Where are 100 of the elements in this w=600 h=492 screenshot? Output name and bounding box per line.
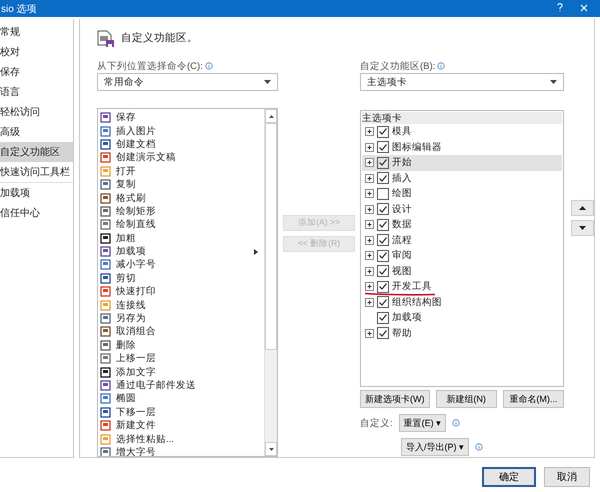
tree-item[interactable]: 开始: [362, 155, 562, 170]
command-icon: [100, 126, 111, 137]
command-item[interactable]: 取消组合: [100, 325, 264, 339]
checkbox[interactable]: [377, 156, 389, 169]
command-item[interactable]: 加粗: [100, 232, 264, 245]
ok-button[interactable]: 确定: [482, 467, 536, 487]
checkbox[interactable]: [377, 188, 389, 200]
command-item[interactable]: 椭圆: [100, 392, 264, 406]
checkbox[interactable]: [377, 312, 389, 324]
checkbox[interactable]: [377, 141, 389, 154]
command-item[interactable]: 连接线: [100, 298, 264, 312]
tree-item[interactable]: 视图: [362, 264, 562, 279]
move-up-button[interactable]: [571, 200, 594, 216]
cancel-button[interactable]: 取消: [544, 467, 590, 487]
expand-icon[interactable]: [365, 142, 374, 152]
command-icon: [100, 179, 111, 190]
command-item[interactable]: 格式刷: [100, 191, 264, 205]
expand-icon[interactable]: [365, 266, 374, 276]
command-icon: [100, 313, 111, 324]
expand-icon[interactable]: [365, 220, 374, 230]
tree-item[interactable]: 帮助: [362, 326, 562, 341]
tree-item[interactable]: 设计: [362, 202, 562, 217]
tree-item[interactable]: 流程: [362, 232, 562, 248]
command-item[interactable]: 增大字号: [100, 446, 264, 456]
tree-item[interactable]: 模具: [362, 124, 562, 140]
command-icon: [100, 272, 111, 284]
tree-action-button[interactable]: 重命名(M)...: [502, 390, 564, 408]
nav-item[interactable]: 信任中心: [0, 203, 73, 223]
checkbox[interactable]: [377, 265, 389, 278]
command-item[interactable]: 删除: [100, 338, 264, 352]
command-item[interactable]: 保存: [100, 111, 264, 124]
import-export-button[interactable]: 导入/导出(P) ▾: [401, 438, 469, 456]
expand-icon[interactable]: [365, 298, 374, 307]
checkbox[interactable]: [377, 296, 389, 308]
expand-icon[interactable]: [365, 282, 374, 292]
tree-item[interactable]: 审阅: [362, 248, 562, 264]
tree-item[interactable]: 插入: [362, 170, 562, 186]
command-item[interactable]: 通过电子邮件发送: [100, 378, 264, 392]
checkbox[interactable]: [377, 203, 389, 216]
expand-icon[interactable]: [365, 174, 374, 183]
expand-icon[interactable]: [365, 328, 374, 338]
ribbon-dropdown[interactable]: 主选项卡: [360, 73, 564, 91]
checkbox[interactable]: [377, 327, 389, 340]
command-item[interactable]: 下移一层: [100, 406, 264, 419]
nav-item[interactable]: 轻松访问: [0, 102, 73, 122]
command-item[interactable]: 快速打印: [100, 285, 264, 298]
section-heading: 自定义功能区。: [121, 30, 198, 44]
customize-label: 自定义:: [360, 416, 393, 430]
command-icon: [100, 112, 111, 124]
nav-item[interactable]: 校对: [0, 42, 73, 62]
tree-item[interactable]: 开发工具: [362, 279, 562, 294]
tree-item[interactable]: 加载项: [362, 310, 562, 326]
checkbox[interactable]: [377, 280, 389, 293]
command-item[interactable]: 插入图片: [100, 124, 264, 138]
checkbox[interactable]: [377, 172, 389, 184]
scrollbar[interactable]: [264, 109, 277, 456]
tree-action-button[interactable]: 新建选项卡(W): [360, 390, 430, 408]
expand-icon[interactable]: [365, 189, 374, 198]
command-item[interactable]: 创建文档: [100, 138, 264, 152]
command-item[interactable]: 减小字号: [100, 258, 264, 272]
command-item[interactable]: 新建文件: [100, 418, 264, 432]
expand-icon[interactable]: [365, 127, 374, 136]
command-item[interactable]: 复制: [100, 178, 264, 192]
checkbox[interactable]: [377, 218, 389, 231]
command-item[interactable]: 打开: [100, 164, 264, 178]
info-icon: [452, 419, 460, 427]
expand-icon[interactable]: [365, 251, 374, 260]
expand-icon[interactable]: [365, 158, 374, 168]
nav-item[interactable]: 语言: [0, 82, 73, 102]
nav-item[interactable]: 高级: [0, 122, 73, 142]
nav-item[interactable]: 自定义功能区: [0, 142, 73, 162]
nav-item[interactable]: 加载项: [0, 183, 73, 203]
nav-item[interactable]: 快速访问工具栏: [0, 162, 73, 183]
expand-icon[interactable]: [365, 204, 374, 214]
command-icon: [100, 420, 111, 432]
tree-item[interactable]: 绘图: [362, 186, 562, 202]
checkbox[interactable]: [377, 234, 389, 246]
command-item[interactable]: 上移一层: [100, 352, 264, 366]
nav-item[interactable]: 常规: [0, 22, 73, 42]
checkbox[interactable]: [377, 250, 389, 262]
command-item[interactable]: 剪切: [100, 272, 264, 286]
commands-dropdown[interactable]: 常用命令: [97, 73, 278, 91]
command-item[interactable]: 选择性粘贴...: [100, 432, 264, 446]
tree-item[interactable]: 数据: [362, 217, 562, 232]
command-item[interactable]: 添加文字: [100, 365, 264, 379]
command-item[interactable]: 绘制直线: [100, 218, 264, 232]
help-icon: [557, 2, 563, 12]
command-item[interactable]: 加载项: [100, 244, 264, 258]
tree-item[interactable]: 图标编辑器: [362, 140, 562, 155]
tree-item[interactable]: 组织结构图: [362, 294, 562, 310]
command-item[interactable]: 另存为: [100, 312, 264, 326]
command-item[interactable]: 创建演示文稿: [100, 151, 264, 165]
reset-button[interactable]: 重置(E) ▾: [398, 414, 446, 432]
tree-action-button[interactable]: 新建组(N): [436, 390, 497, 408]
expand-icon[interactable]: [365, 236, 374, 245]
checkbox[interactable]: [377, 126, 389, 138]
move-down-button[interactable]: [571, 220, 594, 236]
command-icon: [100, 406, 111, 418]
nav-item[interactable]: 保存: [0, 62, 73, 82]
command-item[interactable]: 绘制矩形: [100, 204, 264, 218]
